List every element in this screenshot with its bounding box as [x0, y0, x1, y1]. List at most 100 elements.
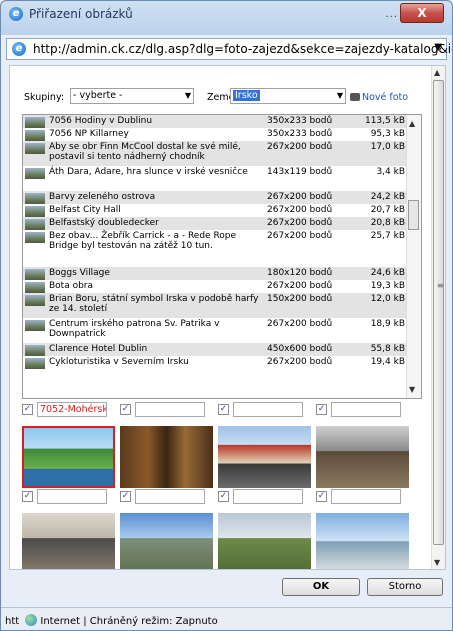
list-item[interactable]: Áth Dara, Adare, hra slunce v irské vesn… [23, 166, 409, 191]
scroll-down-icon[interactable]: ▼ [434, 558, 440, 567]
page-icon: e [12, 42, 26, 56]
list-item[interactable]: Bota obra 267x200 bodů 19,3 kB [23, 280, 409, 293]
cancel-button[interactable]: Storno [367, 578, 443, 596]
list-item[interactable]: Clarence Hotel Dublin 450x600 bodů 55,8 kB [23, 343, 409, 356]
photo-label-input[interactable] [331, 489, 401, 504]
globe-icon [25, 614, 38, 626]
photo-dimensions: 267x200 bodů [267, 319, 333, 329]
list-item[interactable]: Brian Boru, státní symbol Irska v podobě… [23, 293, 409, 318]
photo-filesize: 19,3 kB [370, 281, 405, 291]
photo-checkbox[interactable]: ✓ [22, 404, 33, 415]
photo-thumbnail[interactable] [218, 513, 311, 569]
photo-name: Aby se obr Finn McCool dostal ke své mil… [49, 142, 241, 162]
photo-dimensions: 267x200 bodů [267, 231, 333, 241]
photo-name: Bota obra [49, 281, 94, 291]
thumbnail-image [25, 168, 45, 179]
groups-select[interactable]: - vyberte - ▼ [70, 88, 194, 104]
photo-name: Belfastský doubledecker [49, 218, 159, 228]
photo-checkbox[interactable]: ✓ [22, 491, 33, 502]
list-item[interactable]: Bez obav... Žebřík Carrick - a - Rede Ro… [23, 230, 409, 267]
page-scroll-thumb[interactable]: ≡ [433, 80, 444, 545]
thumbnail-image [25, 193, 45, 204]
photo-filesize: 55,8 kB [370, 344, 405, 354]
photo-filesize: 17,0 kB [370, 142, 405, 152]
photo-thumbnail[interactable] [22, 426, 115, 488]
photo-checkbox[interactable]: ✓ [316, 491, 327, 502]
photo-dimensions: 450x600 bodů [267, 344, 333, 354]
photo-thumbnail[interactable] [22, 513, 115, 569]
list-scroll-thumb[interactable] [408, 200, 419, 230]
new-photo-link[interactable]: Nové foto [350, 92, 408, 103]
scroll-up-icon[interactable]: ▲ [409, 119, 415, 128]
scroll-up-icon[interactable]: ▲ [434, 68, 440, 77]
photo-thumbnail[interactable] [316, 426, 409, 488]
photo-label-input[interactable] [135, 489, 205, 504]
thumbnail-image [25, 130, 45, 141]
list-item[interactable]: Barvy zeleného ostrova 267x200 bodů 24,2 k… [23, 191, 409, 204]
groups-select-value: - vyberte - [73, 90, 123, 101]
photo-filesize: 24,2 kB [370, 192, 405, 202]
thumbnail-image [25, 345, 45, 356]
thumbnail-image [25, 269, 45, 280]
chevron-down-icon[interactable]: ▼ [434, 42, 442, 53]
list-item[interactable]: 7056 Hodiny v Dublinu 350x233 bodů 113,5 k… [23, 115, 409, 128]
thumbnail-image [25, 320, 45, 331]
ok-button[interactable]: OK [282, 578, 360, 596]
list-item[interactable]: Aby se obr Finn McCool dostal ke své mil… [23, 141, 409, 166]
list-item[interactable]: 7056 NP Killarney 350x233 bodů 95,3 kB [23, 128, 409, 141]
photo-label-input[interactable] [233, 489, 303, 504]
list-item[interactable]: Belfast City Hall 267x200 bodů 20,7 kB [23, 204, 409, 217]
photo-label-input[interactable] [37, 489, 107, 504]
photo-thumbnail[interactable] [316, 513, 409, 569]
photo-filesize: 3,4 kB [376, 167, 405, 177]
photo-dimensions: 267x200 bodů [267, 205, 333, 215]
dialog-window: e Přiřazení obrázků ... X e http://admin… [0, 0, 453, 631]
photo-filesize: 20,7 kB [370, 205, 405, 215]
photo-name: Brian Boru, státní symbol Irska v podobě… [49, 294, 259, 314]
photo-filesize: 24,6 kB [370, 268, 405, 278]
photo-dimensions: 267x200 bodů [267, 281, 333, 291]
photo-dimensions: 267x200 bodů [267, 142, 333, 152]
photo-filesize: 95,3 kB [370, 129, 405, 139]
list-item[interactable]: Cykloturistika v Severním Irsku 267x200 b… [23, 356, 409, 369]
list-item[interactable]: Boggs Village 180x120 bodů 24,6 kB [23, 267, 409, 280]
photo-filesize: 20,8 kB [370, 218, 405, 228]
photo-label-input[interactable] [135, 402, 205, 417]
country-select[interactable]: Irsko ▼ [230, 88, 346, 104]
photo-name: Belfast City Hall [49, 205, 121, 215]
photo-name: Cykloturistika v Severním Irsku [49, 357, 189, 367]
photo-label-input[interactable]: 7052-Mohérsk [37, 402, 107, 417]
photo-name: 7056 Hodiny v Dublinu [49, 116, 153, 126]
photo-checkbox[interactable]: ✓ [218, 404, 229, 415]
page-scrollbar[interactable]: ▲ ≡ ▼ [431, 66, 445, 569]
thumbnail-image [25, 295, 45, 306]
list-scrollbar[interactable]: ▲ ▼ [406, 115, 421, 398]
list-item[interactable]: Belfastský doubledecker 267x200 bodů 20,8 … [23, 217, 409, 230]
chevron-down-icon: ▼ [184, 91, 191, 100]
photo-dimensions: 350x233 bodů [267, 116, 333, 126]
photo-thumbnail[interactable] [218, 426, 311, 488]
scroll-down-icon[interactable]: ▼ [409, 385, 415, 394]
photo-label-input[interactable] [331, 402, 401, 417]
photo-label-input[interactable] [233, 402, 303, 417]
photo-thumbnail[interactable] [120, 513, 213, 569]
camera-icon [350, 93, 360, 101]
photo-thumbnail[interactable] [120, 426, 213, 488]
thumbnail-image [25, 206, 45, 217]
status-text: htt Internet | Chráněný režim: Zapnuto [5, 614, 218, 627]
close-button[interactable]: X [400, 3, 444, 23]
address-bar[interactable]: e http://admin.ck.cz/dlg.asp?dlg=foto-za… [6, 38, 452, 60]
list-item[interactable]: Centrum irského patrona Sv. Patrika v Do… [23, 318, 409, 343]
photo-checkbox[interactable]: ✓ [316, 404, 327, 415]
chevron-down-icon: ▼ [336, 91, 343, 100]
photo-name: Barvy zeleného ostrova [49, 192, 156, 202]
photo-filesize: 25,7 kB [370, 231, 405, 241]
thumbnail-image [25, 143, 45, 154]
photo-checkbox[interactable]: ✓ [120, 491, 131, 502]
photo-checkbox[interactable]: ✓ [120, 404, 131, 415]
thumbnail-image [25, 358, 45, 369]
photo-checkbox[interactable]: ✓ [218, 491, 229, 502]
photo-listbox[interactable]: 7056 Hodiny v Dublinu 350x233 bodů 113,5 k… [22, 114, 422, 399]
photo-name: Bez obav... Žebřík Carrick - a - Rede Ro… [49, 231, 237, 251]
ie-icon: e [9, 7, 23, 21]
